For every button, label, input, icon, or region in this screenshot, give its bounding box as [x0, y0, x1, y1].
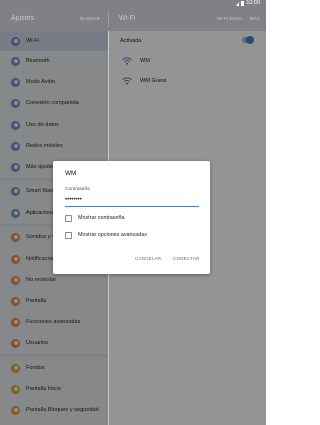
- mobile-networks-icon: [11, 141, 20, 151]
- battery-icon: [241, 1, 245, 6]
- wifi-signal-icon: [122, 77, 132, 85]
- sidebar-item-wallpapers[interactable]: Fondos: [0, 358, 108, 378]
- show-password-row[interactable]: Mostrar contraseña: [65, 213, 124, 223]
- network-row-wm-guest[interactable]: WM Guest: [109, 71, 266, 91]
- smart-manager-icon: [11, 186, 20, 196]
- apps-icon: [11, 208, 20, 218]
- wallpaper-icon: [11, 363, 20, 373]
- network-name: WM: [140, 58, 150, 64]
- wifi-password-dialog: WM Contraseña Mostrar contraseña Mostrar…: [53, 161, 210, 274]
- wifi-activated-label: Activada: [120, 38, 142, 44]
- lock-screen-icon: [11, 405, 20, 415]
- sidebar-item-label: Fondos: [26, 365, 45, 371]
- data-usage-icon: [11, 120, 20, 130]
- sidebar-item-bluetooth[interactable]: Bluetooth: [0, 51, 108, 71]
- sidebar-item-users[interactable]: Usuarios: [0, 333, 108, 353]
- connect-button[interactable]: CONECTAR: [173, 256, 200, 261]
- sidebar-item-label: Pantalla Bloqueo y seguridad: [26, 407, 99, 413]
- sidebar-item-label: Conexión compartida: [26, 100, 79, 106]
- notifications-icon: [11, 254, 20, 264]
- wifi-master-switch-row[interactable]: Activada: [109, 31, 266, 51]
- app-header: Ajustes BUSCAR Wi-Fi Wi-Fi Direct MÁS: [0, 7, 266, 31]
- status-bar: 10:00: [0, 0, 266, 7]
- advanced-features-icon: [11, 317, 20, 327]
- show-password-checkbox[interactable]: [65, 214, 72, 222]
- show-password-label: Mostrar contraseña: [78, 215, 125, 221]
- sidebar-item-label: Pantalla Inicio: [26, 386, 61, 392]
- settings-title: Ajustes: [11, 15, 34, 22]
- sidebar-item-label: No molestar: [26, 277, 57, 283]
- users-icon: [11, 338, 20, 348]
- sidebar-item-data-usage[interactable]: Uso de datos: [0, 115, 108, 135]
- sound-icon: [11, 232, 20, 242]
- show-advanced-row[interactable]: Mostrar opciones avanzadas: [65, 230, 147, 240]
- airplane-icon: [11, 77, 20, 87]
- network-row-wm[interactable]: WM: [109, 51, 266, 71]
- sidebar-item-label: Pantalla: [26, 298, 47, 304]
- cancel-button[interactable]: CANCELAR: [135, 256, 161, 261]
- sidebar-section-gap: [0, 354, 108, 357]
- sidebar-item-lock-screen[interactable]: Pantalla Bloqueo y seguridad: [0, 400, 108, 420]
- tethering-icon: [11, 98, 20, 108]
- sidebar-item-advanced-features[interactable]: Funciones avanzadas: [0, 312, 108, 332]
- do-not-disturb-icon: [11, 275, 20, 285]
- sidebar-item-label: Uso de datos: [26, 122, 59, 128]
- sidebar-item-label: Redes móviles: [26, 143, 63, 149]
- wifi-toggle[interactable]: [242, 36, 254, 44]
- more-settings-icon: [11, 162, 20, 172]
- wifi-title: Wi-Fi: [119, 15, 136, 22]
- sidebar-item-label: Usuarios: [26, 340, 49, 346]
- sidebar-item-tethering[interactable]: Conexión compartida: [0, 93, 108, 113]
- settings-header: Ajustes BUSCAR: [0, 7, 108, 31]
- sidebar-item-label: Funciones avanzadas: [26, 319, 81, 325]
- sidebar-item-display[interactable]: Pantalla: [0, 291, 108, 311]
- wifi-signal-icon: [122, 57, 132, 65]
- sidebar-item-airplane-mode[interactable]: Modo Avión: [0, 72, 108, 92]
- password-input[interactable]: [65, 194, 199, 207]
- password-label: Contraseña: [65, 187, 90, 192]
- dialog-title: WM: [65, 170, 77, 177]
- bluetooth-icon: [11, 56, 20, 66]
- show-advanced-label: Mostrar opciones avanzadas: [78, 232, 147, 238]
- wifi-header: Wi-Fi Wi-Fi Direct MÁS: [109, 7, 266, 31]
- display-icon: [11, 296, 20, 306]
- wifi-direct-button[interactable]: Wi-Fi Direct: [217, 7, 242, 31]
- sidebar-item-home-screen[interactable]: Pantalla Inicio: [0, 379, 108, 399]
- status-time: 10:00: [246, 0, 260, 6]
- show-advanced-checkbox[interactable]: [65, 231, 72, 239]
- sidebar-item-label: Bluetooth: [26, 58, 50, 64]
- sidebar-item-wifi[interactable]: Wi-Fi: [0, 31, 108, 51]
- sidebar-item-label: Más ajustes: [26, 164, 56, 170]
- sidebar-item-label: Wi-Fi: [26, 38, 40, 44]
- wifi-icon: [11, 36, 20, 46]
- sidebar-item-mobile-networks[interactable]: Redes móviles: [0, 136, 108, 156]
- signal-icon: [236, 1, 240, 6]
- sidebar-item-label: Modo Avión: [26, 79, 56, 85]
- network-name: WM Guest: [140, 78, 167, 84]
- search-button[interactable]: BUSCAR: [80, 7, 100, 31]
- home-screen-icon: [11, 384, 20, 394]
- more-button[interactable]: MÁS: [250, 7, 260, 31]
